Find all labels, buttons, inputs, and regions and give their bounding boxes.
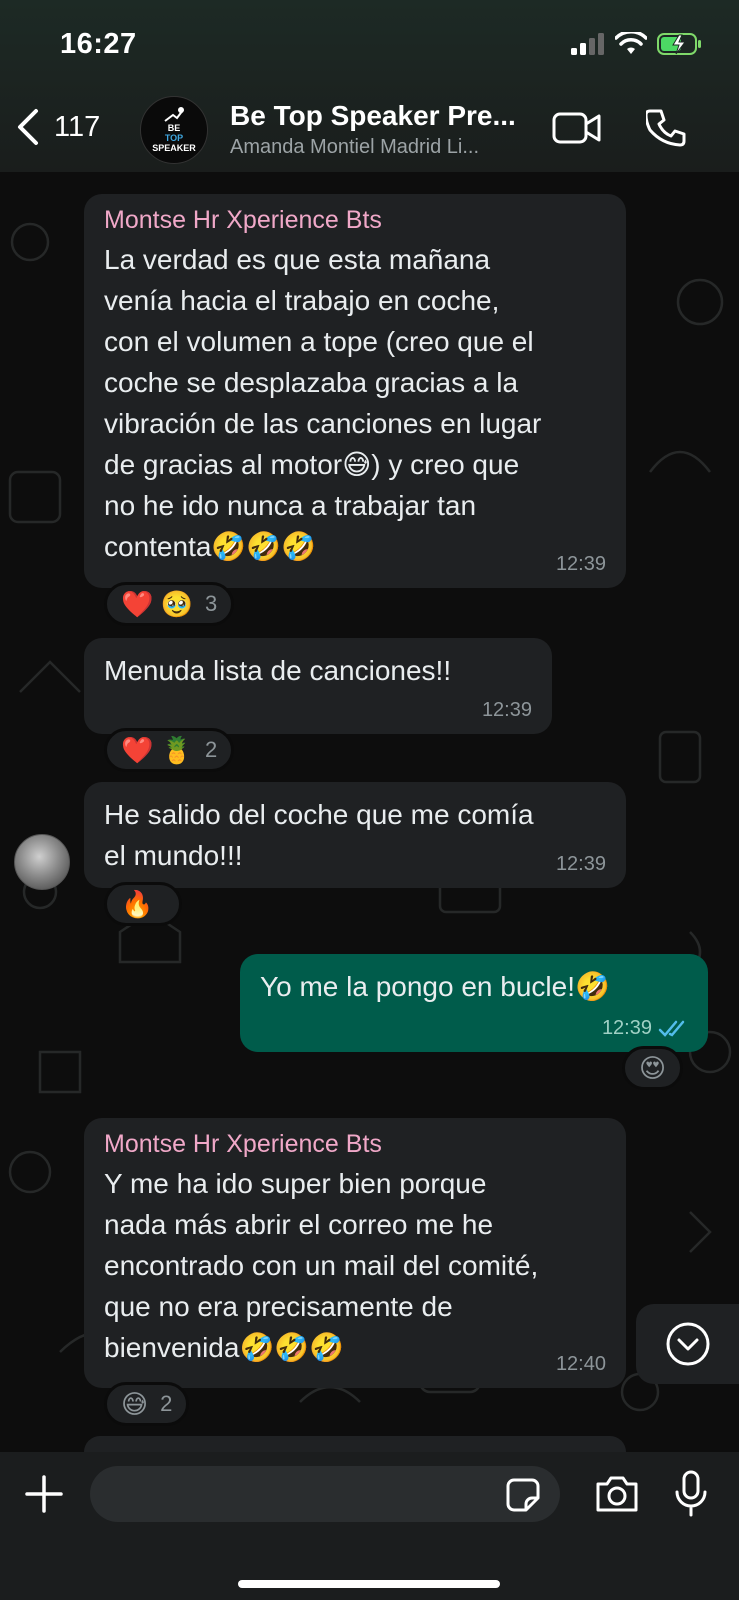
phone-icon [644,109,686,147]
sender-name[interactable]: Montse Hr Xperience Bts [104,1130,606,1159]
message-bubble-partial[interactable] [84,1436,626,1452]
status-icons [571,32,703,56]
camera-icon [596,1476,638,1512]
composer-bar [0,1452,739,1600]
time-label: 12:39 [601,1017,652,1039]
sticker-button[interactable] [506,1478,540,1517]
group-avatar[interactable]: BE TOP SPEAKER [140,96,208,164]
avatar-text-speaker: SPEAKER [152,143,196,153]
voice-call-button[interactable] [644,108,686,153]
reaction-emojis: 😍 [639,1053,667,1083]
signal-icon [571,33,604,55]
video-call-button[interactable] [552,110,602,151]
reaction-count: 2 [204,737,218,762]
message-bubble-outgoing[interactable]: Yo me la pongo en bucle!🤣 12:39 [240,954,708,1052]
message-time: 12:39 [482,699,532,722]
message-bubble[interactable]: Menuda lista de canciones!! 12:39 [84,638,552,734]
chat-header: 16:27 117 BE TOP SPEAKER Be Top Speaker … [0,0,739,172]
time-label: 12:40 [555,1353,606,1375]
chevron-down-circle-icon [666,1322,710,1366]
message-text: Menuda lista de canciones!! [104,655,452,686]
avatar-text-be: BE [167,123,181,133]
sender-avatar[interactable] [14,834,70,890]
battery-charging-icon [657,33,701,55]
read-ticks-icon [658,1020,685,1037]
scroll-to-bottom-button[interactable] [636,1304,739,1384]
back-button[interactable]: 117 [16,108,100,146]
reaction-emojis: ❤️ 🥹 [121,589,193,619]
message-bubble[interactable]: He salido del coche que me comía el mund… [84,782,626,888]
avatar-text-top: TOP [164,133,184,143]
microphone-icon [675,1470,707,1517]
reaction-pill[interactable]: ❤️ 🥹 3 [104,582,235,626]
status-bar: 16:27 [0,0,739,90]
message-time: 12:39 [602,1017,688,1040]
message-bubble[interactable]: Montse Hr Xperience Bts Y me ha ido supe… [84,1118,626,1388]
reaction-emojis: ❤️ 🍍 [121,735,193,765]
microphone-button[interactable] [674,1470,708,1523]
wifi-icon [615,32,647,54]
time-label: 12:39 [481,699,532,721]
sticker-icon [506,1478,540,1512]
message-time: 12:39 [556,553,606,576]
message-time: 12:39 [556,853,606,876]
reaction-pill[interactable]: 😅 2 [104,1382,190,1426]
chevron-left-icon [18,109,38,145]
message-text: Y me ha ido super bien porque nada más a… [104,1168,539,1363]
unread-count: 117 [54,110,101,143]
reaction-emojis: 🔥 [121,889,154,919]
message-input[interactable] [90,1466,560,1522]
attach-button[interactable] [24,1474,64,1519]
microphone-logo-icon [164,107,184,122]
time-label: 12:39 [555,853,606,875]
chat-title[interactable]: Be Top Speaker Pre... [230,100,516,132]
time-label: 12:39 [555,553,606,575]
message-input-container[interactable] [90,1466,560,1522]
home-indicator [238,1580,500,1588]
reaction-pill[interactable]: ❤️ 🍍 2 [104,728,235,772]
status-time: 16:27 [60,28,137,60]
message-text: La verdad es que esta mañana venía hacia… [104,244,542,562]
message-time: 12:40 [556,1353,606,1376]
reaction-count: 2 [160,1391,173,1416]
reaction-emojis: 😅 [121,1389,149,1419]
message-text: Yo me la pongo en bucle!🤣 [260,971,610,1002]
reaction-pill[interactable]: 🔥 [104,882,183,926]
plus-icon [25,1475,63,1513]
message-bubble[interactable]: Montse Hr Xperience Bts La verdad es que… [84,194,626,588]
reaction-pill[interactable]: 😍 [622,1046,684,1090]
sender-name[interactable]: Montse Hr Xperience Bts [104,206,606,235]
reaction-count: 3 [204,591,218,616]
camera-button[interactable] [594,1474,640,1519]
message-text: He salido del coche que me comía el mund… [104,799,534,871]
video-camera-icon [552,112,601,144]
chat-members[interactable]: Amanda Montiel Madrid Li... [230,136,479,159]
